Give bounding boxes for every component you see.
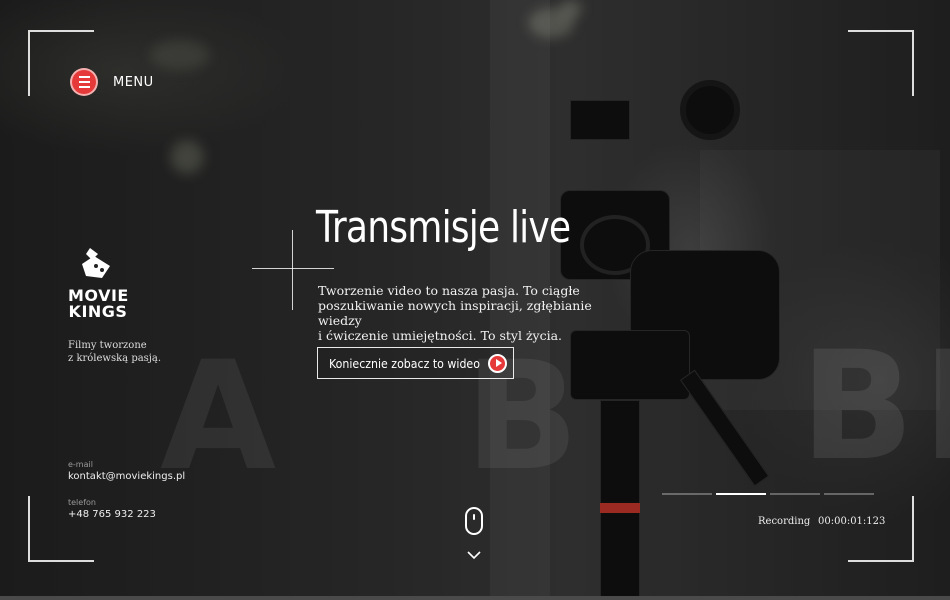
crosshair-vertical <box>292 230 293 310</box>
bokeh-light <box>170 140 204 174</box>
recording-label: Recording <box>758 516 811 527</box>
logo-icon <box>82 248 110 278</box>
menu-label[interactable]: MENU <box>113 75 154 90</box>
bokeh-light <box>150 40 210 70</box>
frame-corner-bottom-right <box>848 496 914 562</box>
phone-link[interactable]: +48 765 932 223 <box>68 509 156 520</box>
tagline-line2: z królewską pasją. <box>68 353 162 364</box>
lead-line1: Tworzenie video to nasza pasja. To ciągł… <box>318 283 580 298</box>
lead-line2: poszukiwanie nowych inspiracji, zgłębian… <box>318 298 592 328</box>
brand-name[interactable]: MOVIE KINGS <box>68 288 138 320</box>
menu-button[interactable] <box>70 68 98 96</box>
slide-dot-2[interactable] <box>716 493 766 495</box>
background-decoration: BL <box>800 320 950 494</box>
slide-dot-1[interactable] <box>662 493 712 495</box>
watch-video-label: Koniecznie zobacz to wideo <box>329 355 480 371</box>
hero-lead: Tworzenie video to nasza pasja. To ciągł… <box>318 283 638 343</box>
frame-corner-top-right <box>848 30 914 96</box>
mouse-icon[interactable] <box>465 507 483 535</box>
bokeh-light <box>560 0 582 18</box>
bottom-bar <box>0 596 950 600</box>
chevron-down-icon[interactable] <box>467 548 481 562</box>
play-icon <box>488 353 507 373</box>
slide-dot-4[interactable] <box>824 493 874 495</box>
email-label: e-mail <box>68 460 93 469</box>
camera-handle <box>570 100 630 140</box>
email-link[interactable]: kontakt@moviekings.pl <box>68 471 185 482</box>
tripod-red-ring <box>600 503 640 513</box>
recording-timecode: 00:00:01:123 <box>818 516 886 527</box>
slide-dot-3[interactable] <box>770 493 820 495</box>
camera-viewfinder <box>680 80 740 140</box>
hero-title: Transmisje live <box>316 202 571 253</box>
brand-name-line2: KINGS <box>68 302 128 321</box>
phone-label: telefon <box>68 498 96 507</box>
tagline-line1: Filmy tworzone <box>68 340 147 351</box>
menu-icon <box>78 76 90 78</box>
brand-tagline: Filmy tworzone z królewską pasją. <box>68 339 161 365</box>
tripod-column <box>600 400 640 600</box>
watch-video-button[interactable]: Koniecznie zobacz to wideo <box>317 347 514 379</box>
crosshair-horizontal <box>252 268 334 269</box>
tripod-arm <box>680 369 770 487</box>
slide-indicator <box>662 493 874 495</box>
lead-line3: i ćwiczenie umiejętności. To styl życia. <box>318 328 563 343</box>
